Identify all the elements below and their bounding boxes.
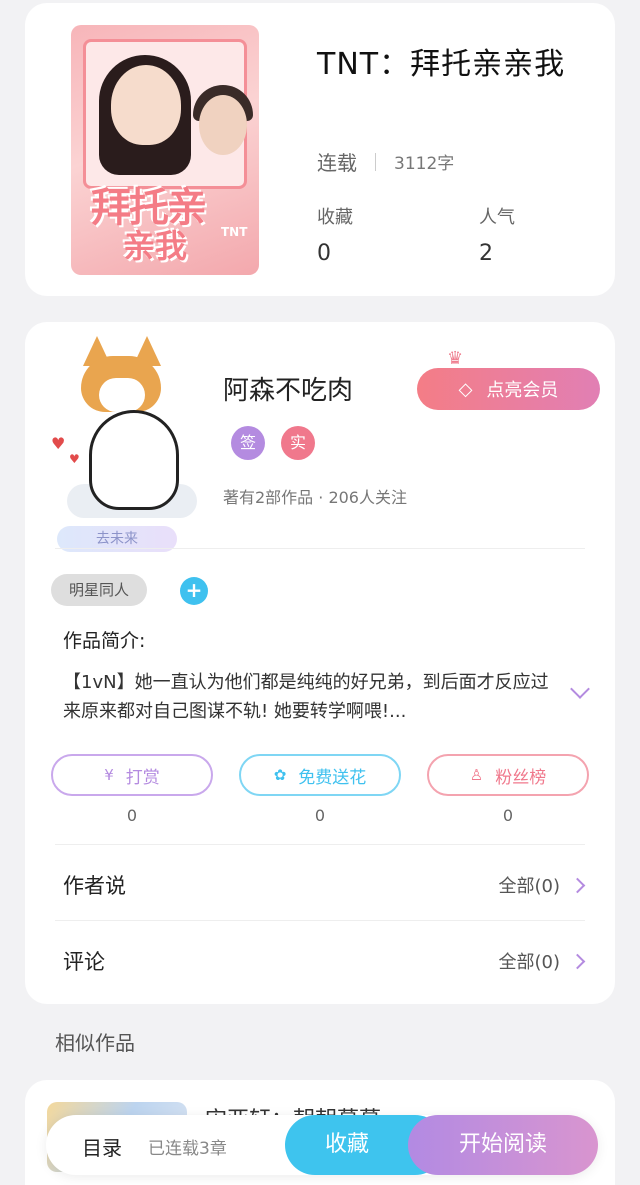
fan-count: 0 xyxy=(502,806,514,825)
chapter-count: 已连载3章 xyxy=(148,1139,227,1159)
popularity-stat-value: 2 xyxy=(479,241,493,266)
fan-user-icon: ♙ xyxy=(469,766,484,784)
author-says-title: 作者说 xyxy=(63,874,126,898)
send-flower-button[interactable]: ✿ 免费送花 xyxy=(239,754,401,796)
cover-title-art-line2: 亲我 xyxy=(123,227,188,265)
heart-icon: ♥ xyxy=(69,452,80,466)
comments-title: 评论 xyxy=(63,950,105,974)
flower-icon: ✿ xyxy=(273,766,287,784)
reward-button[interactable]: ¥ 打赏 xyxy=(51,754,213,796)
bottom-action-bar: 目录 已连载3章 收藏 开始阅读 xyxy=(46,1115,598,1175)
genre-tag[interactable]: 明星同人 xyxy=(51,574,147,606)
chevron-right-icon xyxy=(569,953,586,969)
fan-ranking-button-label: 粉丝榜 xyxy=(495,767,547,788)
section-divider xyxy=(55,548,585,549)
flower-count: 0 xyxy=(314,806,326,825)
similar-works-title: 相似作品 xyxy=(55,1031,135,1055)
activate-membership-button[interactable]: ◇ 点亮会员 xyxy=(417,368,600,410)
yen-coin-icon: ¥ xyxy=(104,766,114,784)
dog-muzzle xyxy=(99,378,145,412)
diamond-icon: ◇ xyxy=(458,378,473,400)
crown-icon: ♛ xyxy=(447,348,464,369)
avatar-doodle-figure xyxy=(89,410,179,510)
intro-label: 作品简介: xyxy=(63,630,146,652)
start-reading-button[interactable]: 开始阅读 xyxy=(408,1115,598,1175)
popularity-stat: 人气 2 xyxy=(479,203,515,266)
comments-link[interactable]: 全部(0) xyxy=(498,948,586,974)
fan-ranking-button[interactable]: ♙ 粉丝榜 xyxy=(427,754,589,796)
author-avatar[interactable]: ♥ ♥ 去未来 xyxy=(47,334,197,552)
cover-figure-girl-face xyxy=(111,65,181,145)
author-says-link[interactable]: 全部(0) xyxy=(498,872,586,898)
book-info-card: 拜托亲 亲我 TNT TNT：拜托亲亲我 连载 3112字 收藏 0 人气 2 xyxy=(25,3,615,296)
signed-author-badge: 签 xyxy=(231,426,265,460)
intro-text: 【1vN】她一直认为他们都是纯纯的好兄弟，到后面才反应过来原来都对自己图谋不轨!… xyxy=(63,672,549,722)
author-card: ♥ ♥ 去未来 阿森不吃肉 ♛ ◇ 点亮会员 签 实 著有2部作品 · 206人… xyxy=(25,322,615,1004)
author-meta: 著有2部作品 · 206人关注 xyxy=(223,488,407,507)
chevron-right-icon xyxy=(569,877,586,893)
serial-status: 连载 xyxy=(317,151,357,175)
author-says-row[interactable]: 作者说 全部(0) xyxy=(63,870,586,900)
expand-intro-chevron-down-icon[interactable] xyxy=(570,679,590,699)
collect-stat: 收藏 0 xyxy=(317,203,353,266)
table-of-contents-button[interactable]: 目录 xyxy=(82,1132,122,1161)
book-status-row: 连载 3112字 xyxy=(317,147,454,176)
reward-count: 0 xyxy=(126,806,138,825)
cover-tnt-text: TNT xyxy=(221,225,248,239)
membership-button-label: 点亮会员 xyxy=(486,380,559,401)
book-cover[interactable]: 拜托亲 亲我 TNT xyxy=(71,25,259,275)
word-count: 3112字 xyxy=(394,154,455,174)
author-says-link-label: 全部(0) xyxy=(498,876,561,897)
book-title: TNT：拜托亲亲我 xyxy=(317,47,566,82)
comments-row[interactable]: 评论 全部(0) xyxy=(63,946,586,976)
cover-figure-boy-face xyxy=(199,95,247,155)
section-divider xyxy=(55,844,585,845)
status-divider xyxy=(375,152,376,171)
heart-icon: ♥ xyxy=(51,434,66,453)
author-name[interactable]: 阿森不吃肉 xyxy=(223,370,353,407)
send-flower-button-label: 免费送花 xyxy=(298,767,367,788)
collect-stat-label: 收藏 xyxy=(317,207,353,228)
popularity-stat-label: 人气 xyxy=(479,207,515,228)
reward-button-label: 打赏 xyxy=(125,767,160,788)
add-tag-button[interactable]: + xyxy=(180,577,208,605)
comments-link-label: 全部(0) xyxy=(498,952,561,973)
section-divider xyxy=(55,920,585,921)
collect-stat-value: 0 xyxy=(317,241,331,266)
verified-author-badge: 实 xyxy=(281,426,315,460)
